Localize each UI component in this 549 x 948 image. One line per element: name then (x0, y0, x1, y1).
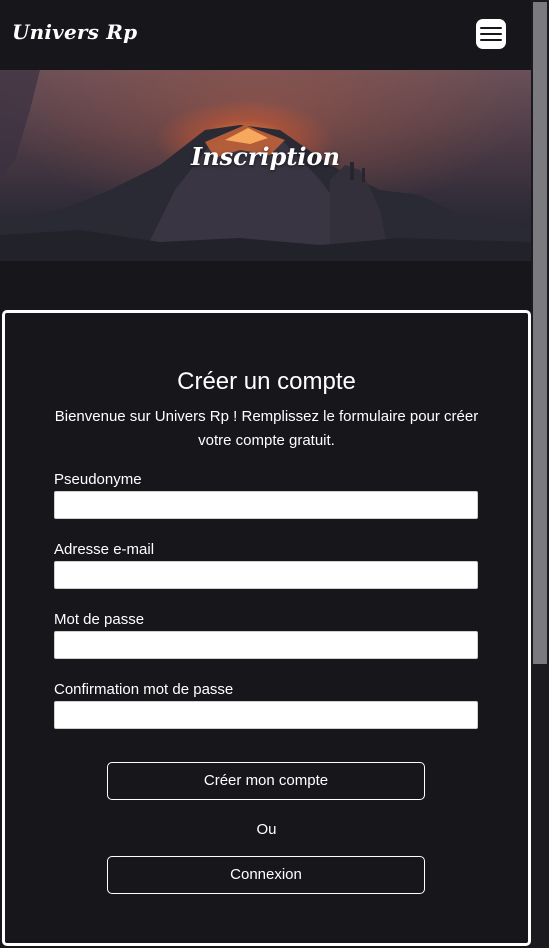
menu-line (480, 33, 502, 35)
hero-title: Inscription (190, 142, 340, 171)
register-card: Créer un compte Bienvenue sur Univers Rp… (2, 310, 531, 946)
scrollbar[interactable] (531, 0, 549, 948)
login-button[interactable]: Connexion (107, 856, 425, 894)
hamburger-menu-icon[interactable] (476, 19, 506, 49)
email-input[interactable] (54, 561, 478, 589)
create-account-button[interactable]: Créer mon compte (107, 762, 425, 800)
password-label: Mot de passe (54, 611, 145, 628)
menu-line (480, 27, 502, 29)
hero-banner: Inscription (0, 70, 531, 261)
password-confirm-label: Confirmation mot de passe (54, 681, 234, 698)
page: Univers Rp Inscription Créer un compte B… (0, 0, 549, 948)
navbar: Univers Rp (0, 0, 531, 70)
password-input[interactable] (54, 631, 478, 659)
form-intro: Bienvenue sur Univers Rp ! Remplissez le… (54, 408, 479, 449)
email-label: Adresse e-mail (54, 541, 155, 558)
scrollbar-thumb[interactable] (533, 2, 547, 664)
or-separator: Ou (256, 821, 277, 838)
pseudonyme-input[interactable] (54, 491, 478, 519)
form-title: Créer un compte (177, 368, 356, 395)
password-confirm-input[interactable] (54, 701, 478, 729)
brand-logo[interactable]: Univers Rp (12, 20, 137, 44)
pseudonyme-label: Pseudonyme (54, 471, 142, 488)
menu-line (480, 39, 502, 41)
